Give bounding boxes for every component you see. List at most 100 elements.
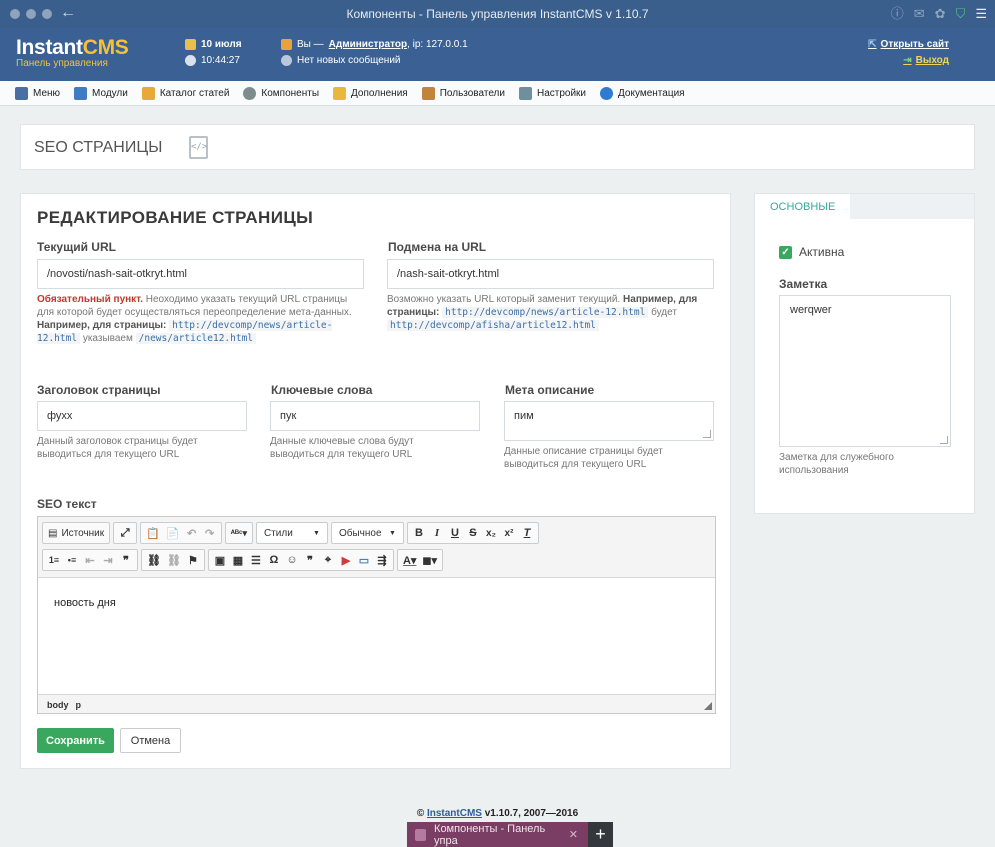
editor-element-path: body p xyxy=(47,700,81,710)
spellcheck-group: ᴬᴮᶜ▾ xyxy=(224,522,253,544)
editor-toolbar-row-2: 1≡ •≡ ⇤ ⇥ ❞ ⛓ ⛓ ⚑ ▣ ▦ ☰ Ω ☺ ❞ ⌖ ▶ ▭ ⇶ A▾… xyxy=(42,548,444,572)
gear-icon xyxy=(243,86,257,100)
menu-item-docs[interactable]: Документация xyxy=(600,86,685,100)
save-button[interactable]: Сохранить xyxy=(37,728,114,753)
replace-url-label: Подмена на URL xyxy=(388,240,487,254)
calendar-icon xyxy=(185,39,196,50)
menu-item-menu[interactable]: Меню xyxy=(15,86,60,100)
strikethrough-icon[interactable]: S xyxy=(464,524,482,542)
open-site-link[interactable]: ⇱ Открыть сайт xyxy=(868,39,949,50)
menu-item-components[interactable]: Компоненты xyxy=(243,86,319,100)
browser-dock-tab[interactable]: Компоненты - Панель упра ✕ xyxy=(407,822,588,847)
superscript-icon[interactable]: x² xyxy=(500,524,518,542)
logo-subtitle: Панель управления xyxy=(16,58,108,69)
instantcms-link[interactable]: InstantCMS xyxy=(427,808,482,819)
smiley-icon[interactable]: ☺ xyxy=(283,551,301,569)
maximize-icon[interactable]: ⤢ xyxy=(116,524,134,542)
header-user: Вы — Администратор, ip: 127.0.0.1 xyxy=(281,39,468,50)
italic-icon[interactable]: I xyxy=(428,524,446,542)
header-time: 10:44:27 xyxy=(185,55,240,66)
info-icon[interactable]: ⓘ xyxy=(891,6,904,22)
active-checkbox[interactable]: ✓ xyxy=(779,245,792,259)
media-icon[interactable]: ▭ xyxy=(355,551,373,569)
spellcheck-icon[interactable]: ᴬᴮᶜ▾ xyxy=(228,524,250,542)
page-title-panel: SEO СТРАНИЦЫ </> xyxy=(20,124,975,170)
meta-description-textarea[interactable]: пим xyxy=(504,401,714,441)
bold-icon[interactable]: B xyxy=(410,524,428,542)
user-name-link[interactable]: Администратор xyxy=(329,39,407,50)
window-titlebar: ← Компоненты - Панель управления Instant… xyxy=(0,0,995,28)
menu-item-settings[interactable]: Настройки xyxy=(518,86,586,100)
folder-icon xyxy=(141,86,155,100)
cancel-button[interactable]: Отмена xyxy=(120,728,181,753)
remove-format-icon[interactable]: T xyxy=(518,524,536,542)
hamburger-menu-icon[interactable]: ☰ xyxy=(975,6,987,22)
subscript-icon[interactable]: x₂ xyxy=(482,524,500,542)
redo-icon[interactable]: ↷ xyxy=(201,524,219,542)
color-group: A▾ ◼▾ xyxy=(396,549,444,571)
menu-item-articles[interactable]: Каталог статей xyxy=(141,86,229,100)
page-title-input[interactable]: фухх xyxy=(37,401,247,431)
new-tab-button[interactable]: + xyxy=(588,822,613,847)
titlebar-icons: ⓘ ✉ ✿ ⛉ ☰ xyxy=(891,6,987,22)
background-color-icon[interactable]: ◼▾ xyxy=(419,551,440,569)
format-dropdown[interactable]: Обычное ▼ xyxy=(330,522,404,544)
wrench-icon xyxy=(518,86,532,100)
replace-url-input[interactable]: /nash-sait-otkryt.html xyxy=(387,259,714,289)
meta-description-hint: Данные описание страницы будет выводитьс… xyxy=(504,446,663,470)
blockquote-icon[interactable]: ❞ xyxy=(117,551,135,569)
admin-header: InstantCMS Панель управления 10 июля 10:… xyxy=(0,28,995,81)
unlink-icon[interactable]: ⛓ xyxy=(164,551,184,569)
window-title: Компоненты - Панель управления InstantCM… xyxy=(346,7,649,21)
shield-icon[interactable]: ⛉ xyxy=(956,6,966,22)
horizontal-line-icon[interactable]: ☰ xyxy=(247,551,265,569)
resize-handle-icon[interactable] xyxy=(703,430,711,438)
editor-content-area[interactable]: новость дня xyxy=(38,577,715,695)
editor-resize-icon[interactable] xyxy=(704,702,712,710)
link-icon[interactable]: ⛓ xyxy=(144,551,164,569)
active-checkbox-row[interactable]: ✓ Активна xyxy=(779,245,844,259)
indent-icon[interactable]: ⇥ xyxy=(99,551,117,569)
header-messages[interactable]: Нет новых сообщений xyxy=(281,55,401,66)
menu-item-modules[interactable]: Модули xyxy=(74,86,128,100)
paste-word-icon[interactable]: 📄 xyxy=(163,524,183,542)
puzzle-icon[interactable]: ✿ xyxy=(935,6,946,22)
text-color-icon[interactable]: A▾ xyxy=(400,551,419,569)
source-button[interactable]: ▤ Источник xyxy=(45,524,107,542)
anchor-flag-icon[interactable]: ⚑ xyxy=(184,551,202,569)
special-char-icon[interactable]: Ω xyxy=(265,551,283,569)
current-url-input[interactable]: /novosti/nash-sait-otkryt.html xyxy=(37,259,364,289)
logout-link[interactable]: ⇥ Выход xyxy=(903,55,949,66)
outdent-icon[interactable]: ⇤ xyxy=(81,551,99,569)
menu-item-users[interactable]: Пользователи xyxy=(421,86,505,100)
underline-icon[interactable]: U xyxy=(446,524,464,542)
keywords-input[interactable]: пук xyxy=(270,401,480,431)
close-tab-icon[interactable]: ✕ xyxy=(569,828,578,841)
puzzle-icon xyxy=(333,86,347,100)
menu-icon xyxy=(15,86,28,100)
side-tabs: ОСНОВНЫЕ xyxy=(755,194,974,219)
logo[interactable]: InstantCMS xyxy=(16,36,129,60)
paste-text-icon[interactable]: 📋 xyxy=(143,524,163,542)
menu-item-plugins[interactable]: Дополнения xyxy=(333,86,408,100)
quote-icon[interactable]: ❞ xyxy=(301,551,319,569)
path-body[interactable]: body xyxy=(47,700,69,710)
undo-icon[interactable]: ↶ xyxy=(183,524,201,542)
mail-icon[interactable]: ✉ xyxy=(914,6,925,22)
resize-handle-icon[interactable] xyxy=(940,436,948,444)
bulleted-list-icon[interactable]: •≡ xyxy=(63,551,81,569)
image-icon[interactable]: ▣ xyxy=(211,551,229,569)
list-group: 1≡ •≡ ⇤ ⇥ ❞ xyxy=(42,549,138,571)
tab-main[interactable]: ОСНОВНЫЕ xyxy=(755,194,850,219)
insert-group: ▣ ▦ ☰ Ω ☺ ❞ ⌖ ▶ ▭ ⇶ xyxy=(207,549,394,571)
styles-dropdown[interactable]: Стили ▼ xyxy=(255,522,328,544)
pagebreak-icon[interactable]: ⇶ xyxy=(373,551,391,569)
note-label: Заметка xyxy=(779,277,828,291)
path-p[interactable]: p xyxy=(76,700,82,710)
tab-favicon-icon xyxy=(415,828,427,841)
numbered-list-icon[interactable]: 1≡ xyxy=(45,551,63,569)
youtube-icon[interactable]: ▶ xyxy=(337,551,355,569)
note-textarea[interactable]: werqwer xyxy=(779,295,951,447)
table-icon[interactable]: ▦ xyxy=(229,551,247,569)
spoiler-icon[interactable]: ⌖ xyxy=(319,551,337,569)
